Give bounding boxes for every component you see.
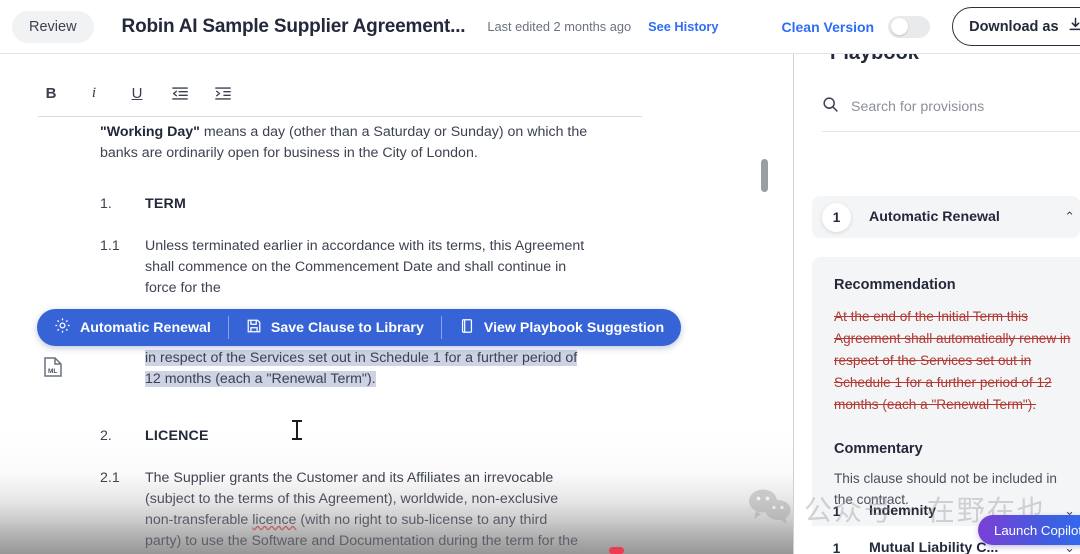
provision-row-automatic-renewal[interactable]: 1 Automatic Renewal ⌃ (812, 196, 1080, 238)
app-header: Review Robin AI Sample Supplier Agreemen… (0, 0, 1080, 54)
clause-number: 1.1 (100, 238, 120, 255)
app-root: Review Robin AI Sample Supplier Agreemen… (0, 0, 1080, 554)
clause-number: 2. (100, 428, 112, 445)
clause-1-1: 1.1 Unless terminated earlier in accorda… (0, 236, 760, 299)
clause-text: The Supplier grants the Customer and its… (145, 468, 585, 554)
save-clause-to-library-button[interactable]: Save Clause to Library (229, 309, 441, 346)
bold-button[interactable]: B (38, 80, 64, 106)
formatting-toolbar: B i U (38, 80, 236, 106)
provision-count-badge: 1 (832, 540, 841, 554)
gear-icon (54, 317, 71, 338)
clause-text: Unless terminated earlier in accordance … (145, 238, 585, 297)
provision-detail-card: Recommendation At the end of the Initial… (812, 257, 1080, 527)
recommendation-text: At the end of the Initial Term this Agre… (834, 309, 1071, 413)
indent-icon[interactable] (210, 80, 236, 106)
clause-1-heading: 1. TERM (0, 194, 760, 215)
definition-paragraph: "Working Day" means a day (other than a … (0, 122, 760, 164)
toolbar-divider (38, 116, 642, 117)
provision-count-badge: 1 (822, 202, 851, 232)
search-input[interactable] (851, 99, 1051, 115)
clean-version-label[interactable]: Clean Version (782, 19, 875, 35)
playbook-sidebar: Playbook 1 Automatic Renewal ⌃ Recommend… (794, 54, 1080, 554)
definition-term: "Working Day" (100, 124, 200, 140)
review-button[interactable]: Review (12, 10, 94, 43)
outdent-icon[interactable] (167, 80, 193, 106)
playbook-search[interactable] (822, 96, 1080, 132)
automatic-renewal-button[interactable]: Automatic Renewal (37, 309, 228, 346)
download-as-button[interactable]: Download as (952, 7, 1080, 46)
recommendation-heading: Recommendation (834, 277, 956, 293)
pane-divider (793, 54, 794, 554)
search-icon (822, 96, 839, 118)
toggle-knob (891, 18, 909, 35)
provision-count-badge: 1 (832, 503, 841, 519)
provision-label: Mutual Liability C... (869, 540, 999, 554)
save-icon (246, 318, 262, 338)
clause-number: 1. (100, 196, 112, 213)
svg-text:ML: ML (48, 368, 57, 375)
clause-2-heading: 2. LICENCE (0, 426, 760, 447)
clause-text: LICENCE (145, 428, 209, 445)
document-scrollbar[interactable] (761, 54, 768, 554)
commentary-heading: Commentary (834, 441, 923, 458)
clean-version-toggle[interactable] (888, 15, 931, 38)
view-playbook-label: View Playbook Suggestion (483, 319, 665, 336)
provision-label: Indemnity (869, 503, 937, 519)
underline-button[interactable]: U (124, 80, 150, 106)
save-clause-label: Save Clause to Library (270, 319, 424, 336)
page-bottom-indicator (609, 547, 624, 554)
playbook-title: Playbook (830, 54, 919, 65)
launch-copilot-button[interactable]: Launch Copilot (978, 515, 1080, 545)
misspelled-word[interactable]: licence (252, 512, 296, 528)
download-icon (1068, 17, 1080, 36)
automatic-renewal-label: Automatic Renewal (80, 319, 211, 336)
document-title: Robin AI Sample Supplier Agreement... (121, 15, 466, 37)
clause-number: 2.1 (100, 470, 120, 487)
clause-2-1: 2.1 The Supplier grants the Customer and… (0, 468, 760, 554)
book-icon (459, 318, 475, 338)
download-as-label: Download as (969, 18, 1059, 35)
document-scrollbar-thumb[interactable] (761, 159, 768, 192)
provision-label: Automatic Renewal (869, 209, 1000, 225)
see-history-link[interactable]: See History (648, 19, 718, 34)
view-playbook-suggestion-button[interactable]: View Playbook Suggestion (442, 309, 681, 346)
text-cursor (292, 420, 302, 440)
last-edited-label: Last edited 2 months ago (487, 19, 632, 34)
comment-marker-ml[interactable]: ML (40, 354, 66, 380)
chevron-up-icon[interactable]: ⌃ (1064, 209, 1075, 225)
italic-button[interactable]: i (81, 80, 107, 106)
clause-text: TERM (145, 196, 186, 213)
clause-action-toolbar: Automatic Renewal Save Clause to Library (37, 309, 682, 346)
document-editor-pane: B i U "Working Day" means a day (other t… (0, 54, 794, 554)
